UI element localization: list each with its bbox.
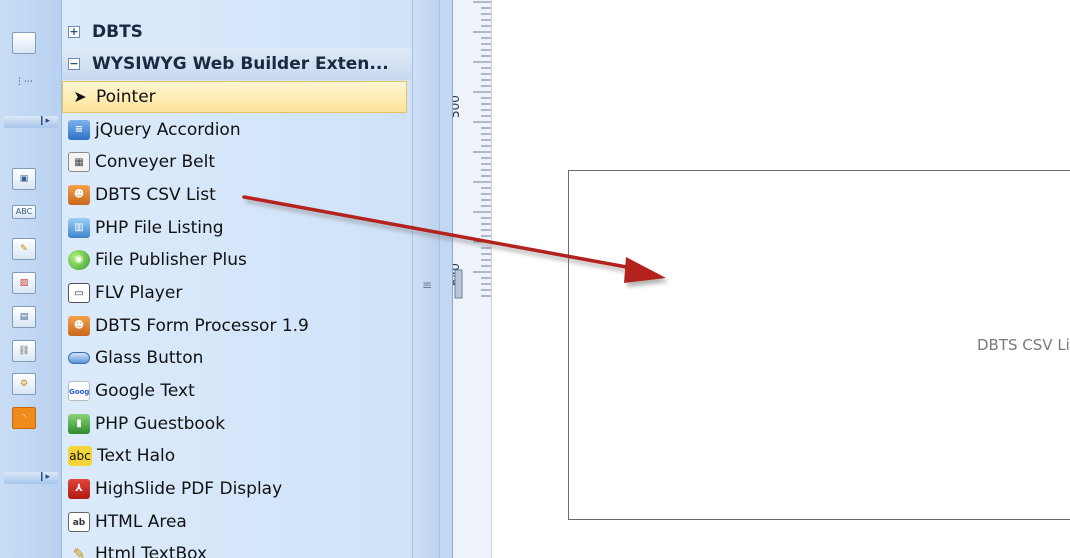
- strip-expand-button[interactable]: ❙▸: [4, 472, 58, 484]
- ruler-position-marker: [454, 269, 463, 299]
- textbox-icon: ✎: [72, 545, 86, 558]
- tool-flv-player[interactable]: ▭ FLV Player: [62, 277, 407, 309]
- rss-icon[interactable]: ◝: [12, 407, 36, 429]
- tool-glass-button[interactable]: Glass Button: [62, 342, 407, 374]
- tool-jquery-accordion[interactable]: ≡ jQuery Accordion: [62, 114, 407, 146]
- google-icon: Goog: [68, 381, 90, 401]
- group-dbts[interactable]: + DBTS: [62, 16, 412, 48]
- dbts-person-icon: ☻: [68, 185, 90, 205]
- group-label: DBTS: [92, 22, 143, 42]
- scroll-track[interactable]: [440, 0, 452, 558]
- group-wysiwyg-extensions[interactable]: − WYSIWYG Web Builder Exten...: [62, 48, 412, 80]
- left-icon-toolbar: ⋮⋯ ❙▸ ▣ ABC ✎ ▨ ▤ ⛓ ⚙ ◝ ❙▸: [0, 0, 62, 558]
- pointer-icon: ➤: [73, 87, 87, 106]
- pdf-icon: ⅄: [68, 479, 90, 499]
- toolbox-panel: + DBTS − WYSIWYG Web Builder Exten... ➤ …: [62, 0, 412, 558]
- ruler-ticks: 500 640: [448, 1, 491, 299]
- group-label: WYSIWYG Web Builder Exten...: [92, 54, 389, 74]
- conveyer-belt-icon: ▦: [68, 152, 90, 172]
- abc-icon: abc: [68, 446, 92, 466]
- image-icon[interactable]: ▣: [12, 168, 36, 190]
- accordion-icon: ≡: [68, 120, 90, 140]
- collapse-icon[interactable]: −: [68, 58, 80, 70]
- settings-icon[interactable]: ⚙: [12, 373, 36, 395]
- tool-php-file-listing[interactable]: ▥ PHP File Listing: [62, 212, 407, 244]
- tool-php-guestbook[interactable]: ▮ PHP Guestbook: [62, 408, 407, 440]
- globe-icon: ◉: [68, 250, 90, 270]
- tool-highslide-pdf-display[interactable]: ⅄ HighSlide PDF Display: [62, 473, 407, 505]
- design-canvas[interactable]: DBTS CSV List: [492, 0, 1070, 558]
- page-icon[interactable]: ▤: [12, 306, 36, 328]
- vertical-ruler: 500 640: [448, 0, 492, 558]
- picture-icon[interactable]: ▨: [12, 272, 36, 294]
- tool-conveyer-belt[interactable]: ▦ Conveyer Belt: [62, 146, 407, 178]
- csv-list-placeholder[interactable]: DBTS CSV List: [568, 170, 1070, 520]
- html-area-icon: ab: [68, 512, 90, 532]
- link-icon[interactable]: ⛓: [12, 340, 36, 362]
- grip-icon[interactable]: ≡: [422, 278, 432, 292]
- tool-text-halo[interactable]: abc Text Halo: [62, 440, 407, 472]
- glass-button-icon: [68, 352, 90, 364]
- tool-dbts-csv-list[interactable]: ☻ DBTS CSV List: [62, 179, 407, 211]
- tool-pointer[interactable]: ➤ Pointer: [62, 81, 407, 113]
- tree-icon[interactable]: ⋮⋯: [12, 72, 36, 94]
- placeholder-label: DBTS CSV List: [977, 336, 1070, 354]
- tool-html-textbox[interactable]: ✎ Html TextBox: [62, 538, 407, 558]
- tool-file-publisher-plus[interactable]: ◉ File Publisher Plus: [62, 244, 407, 276]
- strip-collapse-button[interactable]: ❙▸: [4, 116, 58, 128]
- tool-dbts-form-processor[interactable]: ☻ DBTS Form Processor 1.9: [62, 310, 407, 342]
- tool-google-text[interactable]: Goog Google Text: [62, 375, 407, 407]
- file-listing-icon: ▥: [68, 218, 90, 238]
- layout-icon[interactable]: [12, 32, 36, 54]
- flv-player-icon: ▭: [68, 283, 90, 303]
- label-icon[interactable]: ABC: [12, 205, 36, 219]
- panel-splitter[interactable]: ≡: [412, 0, 440, 558]
- dbts-person-icon: ☻: [68, 316, 90, 336]
- expand-icon[interactable]: +: [68, 26, 80, 38]
- tool-html-area[interactable]: ab HTML Area: [62, 506, 407, 538]
- guestbook-icon: ▮: [68, 414, 90, 434]
- ruler-mark-500: 500: [453, 95, 462, 118]
- edit-icon[interactable]: ✎: [12, 238, 36, 260]
